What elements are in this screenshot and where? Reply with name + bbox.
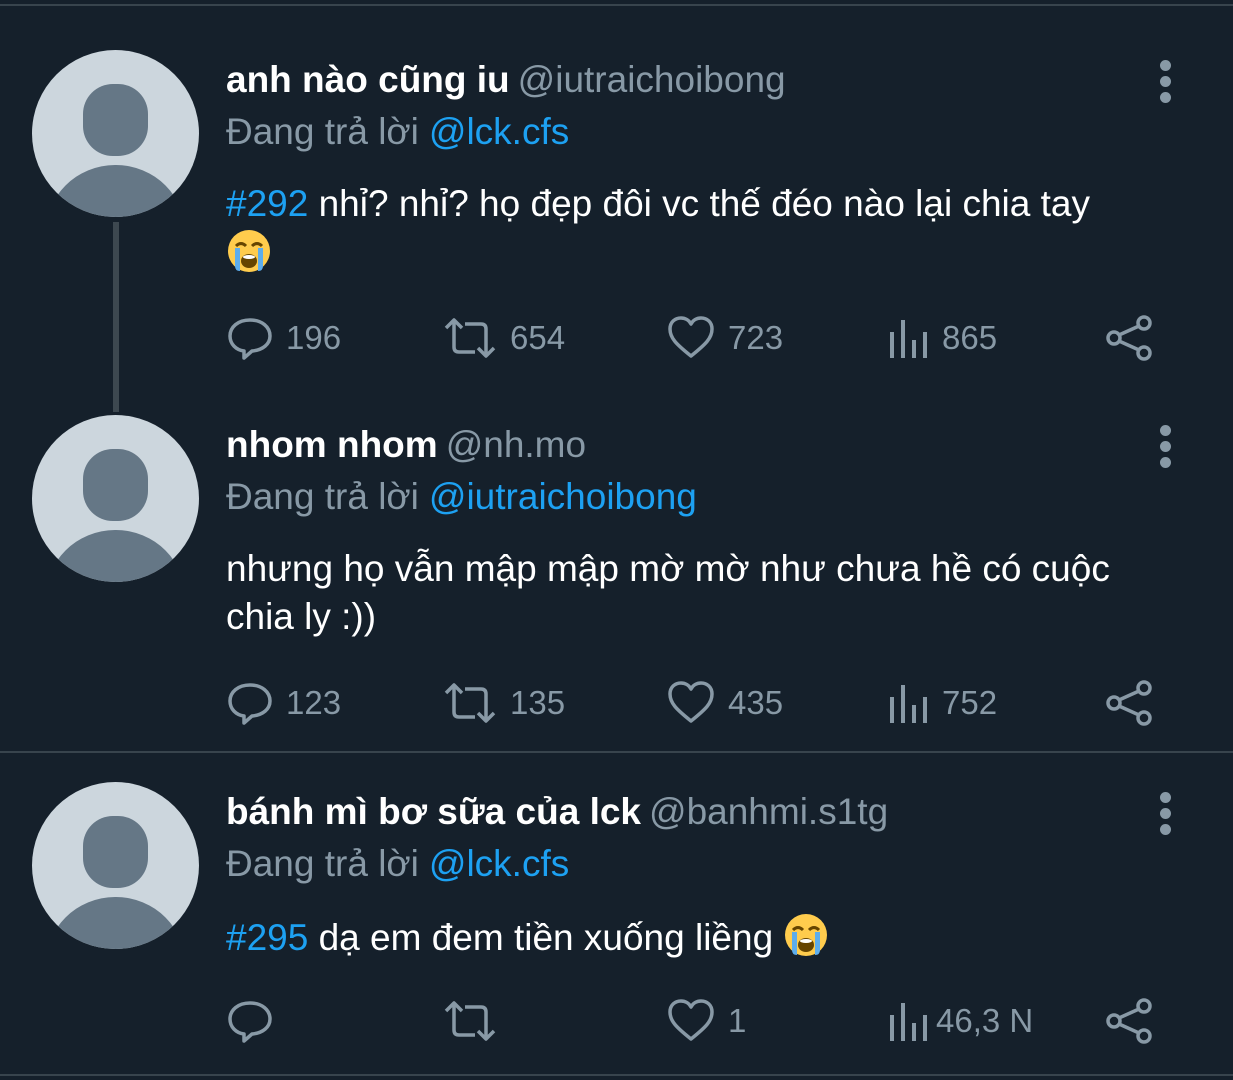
like-button[interactable]: 1	[666, 997, 746, 1045]
tweet-body: nhỉ? nhỉ? họ đẹp đôi vc thế đéo nào lại …	[308, 183, 1090, 224]
reply-icon	[228, 318, 272, 360]
tweet-text: #295 dạ em đem tiền xuống liềng	[226, 912, 1186, 970]
like-count: 1	[728, 1002, 747, 1039]
display-name[interactable]: nhom nhom	[226, 424, 438, 465]
share-icon	[1106, 998, 1152, 1044]
mention-link[interactable]: @iutraichoibong	[429, 476, 697, 517]
like-button[interactable]: 723	[666, 314, 783, 362]
reply-icon	[228, 683, 272, 725]
user-handle[interactable]: @nh.mo	[446, 424, 586, 465]
tweet-body: nhưng họ vẫn mập mập mờ mờ như chưa hề c…	[226, 548, 1110, 637]
share-icon	[1106, 315, 1152, 361]
display-name[interactable]: anh nào cũng iu	[226, 59, 510, 100]
retweet-count: 135	[510, 684, 566, 721]
more-vertical-icon[interactable]	[1155, 60, 1177, 104]
tweet-feed: anh nào cũng iu @iutraichoibong Đang trả …	[0, 0, 1233, 1080]
retweet-icon	[444, 318, 496, 358]
user-handle[interactable]: @iutraichoibong	[518, 59, 786, 100]
replying-to: Đang trả lời @lck.cfs	[226, 842, 569, 886]
more-vertical-icon[interactable]	[1155, 792, 1177, 836]
like-count: 435	[728, 684, 784, 721]
view-count: 865	[942, 319, 998, 356]
hashtag-link[interactable]: #295	[226, 917, 308, 958]
share-button[interactable]	[1104, 679, 1154, 727]
mention-link[interactable]: @lck.cfs	[429, 111, 569, 152]
reply-button[interactable]: 123	[226, 679, 341, 727]
crying-emoji-icon	[783, 912, 829, 970]
divider	[0, 1074, 1233, 1076]
display-name[interactable]: bánh mì bơ sữa của lck	[226, 791, 641, 832]
retweet-count: 654	[510, 319, 566, 356]
like-icon	[668, 681, 714, 723]
views-button[interactable]: 752	[886, 679, 997, 727]
tweet-text: nhưng họ vẫn mập mập mờ mờ như chưa hề c…	[226, 545, 1186, 641]
retweet-icon	[444, 683, 496, 723]
divider	[0, 4, 1233, 6]
tweet[interactable]: bánh mì bơ sữa của lck @banhmi.s1tg Đang …	[0, 782, 1233, 1062]
retweet-button[interactable]: 654	[442, 314, 565, 362]
tweet-actions: 196 654 723 865	[226, 314, 1166, 362]
reply-icon	[228, 1001, 272, 1043]
reply-prefix: Đang trả lời	[226, 476, 419, 517]
tweet-body: dạ em đem tiền xuống liềng	[308, 917, 774, 958]
reply-button[interactable]: 196	[226, 314, 341, 362]
default-avatar-icon[interactable]	[32, 782, 199, 949]
views-button[interactable]: 46,3 N	[886, 997, 1033, 1045]
like-count: 723	[728, 319, 784, 356]
default-avatar-icon[interactable]	[32, 50, 199, 217]
views-icon	[890, 320, 927, 358]
more-vertical-icon[interactable]	[1155, 425, 1177, 469]
reply-prefix: Đang trả lời	[226, 843, 419, 884]
reply-count: 123	[286, 684, 342, 721]
replying-to: Đang trả lời @lck.cfs	[226, 110, 569, 154]
default-avatar-icon[interactable]	[32, 415, 199, 582]
retweet-icon	[444, 1001, 496, 1041]
tweet-author[interactable]: nhom nhom @nh.mo	[226, 423, 586, 467]
reply-prefix: Đang trả lời	[226, 111, 419, 152]
like-icon	[668, 999, 714, 1041]
tweet-author[interactable]: bánh mì bơ sữa của lck @banhmi.s1tg	[226, 790, 888, 834]
views-icon	[890, 1003, 927, 1041]
tweet[interactable]: anh nào cũng iu @iutraichoibong Đang trả …	[0, 50, 1233, 362]
view-count: 752	[942, 684, 998, 721]
share-icon	[1106, 680, 1152, 726]
tweet-author[interactable]: anh nào cũng iu @iutraichoibong	[226, 58, 786, 102]
divider	[0, 751, 1233, 753]
crying-emoji-icon	[226, 228, 272, 286]
views-icon	[890, 685, 927, 723]
share-button[interactable]	[1104, 997, 1154, 1045]
retweet-button[interactable]	[442, 997, 510, 1045]
tweet-actions: 123 135 435 752	[226, 679, 1166, 727]
mention-link[interactable]: @lck.cfs	[429, 843, 569, 884]
tweet-actions: 1 46,3 N	[226, 997, 1166, 1045]
reply-button[interactable]	[226, 997, 286, 1045]
hashtag-link[interactable]: #292	[226, 183, 308, 224]
replying-to: Đang trả lời @iutraichoibong	[226, 475, 697, 519]
user-handle[interactable]: @banhmi.s1tg	[649, 791, 888, 832]
like-icon	[668, 316, 714, 358]
reply-count: 196	[286, 319, 342, 356]
retweet-button[interactable]: 135	[442, 679, 565, 727]
like-button[interactable]: 435	[666, 679, 783, 727]
tweet-text: #292 nhỉ? nhỉ? họ đẹp đôi vc thế đéo nào…	[226, 180, 1186, 286]
views-button[interactable]: 865	[886, 314, 997, 362]
view-count: 46,3 N	[936, 1002, 1034, 1039]
tweet[interactable]: nhom nhom @nh.mo Đang trả lời @iutraichoib…	[0, 415, 1233, 727]
share-button[interactable]	[1104, 314, 1154, 362]
